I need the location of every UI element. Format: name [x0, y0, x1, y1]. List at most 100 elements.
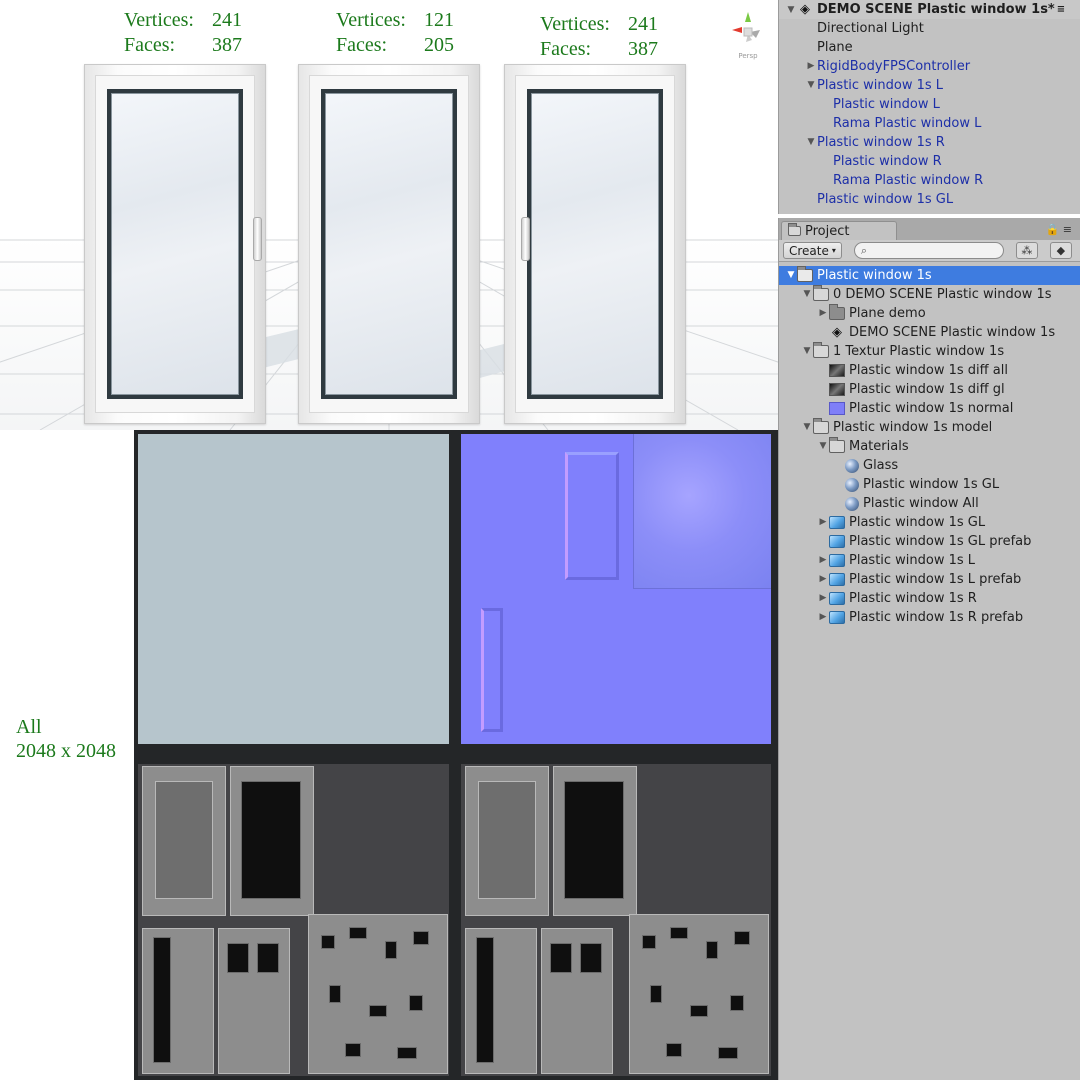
project-item-material-gl[interactable]: Plastic window 1s GL	[779, 475, 1080, 494]
collapse-arrow-icon[interactable]: ▼	[805, 76, 817, 95]
window-handle	[521, 217, 530, 261]
hierarchy-item-label: Rama Plastic window L	[833, 116, 982, 131]
window-model-fixed[interactable]	[298, 64, 480, 424]
expand-arrow-icon[interactable]: ▶	[805, 57, 817, 76]
normal-bevel-region	[481, 608, 503, 732]
panel-menu-icon[interactable]: ≡	[1057, 4, 1065, 15]
hierarchy-item-window-l[interactable]: ▼ Plastic window 1s L	[779, 76, 1080, 95]
hierarchy-item-directional-light[interactable]: Directional Light	[779, 19, 1080, 38]
project-toolbar: Create ▾ ⌕ ⁂ ◆	[779, 240, 1080, 262]
scene-viewport[interactable]: Vertices: 241 Faces: 387 Vertices: 121 Face…	[0, 0, 778, 430]
project-item-model-l[interactable]: ▶ Plastic window 1s L	[779, 551, 1080, 570]
hierarchy-item-label: Plastic window 1s GL	[817, 192, 954, 207]
window-model-right[interactable]	[504, 64, 686, 424]
project-item-diff-all[interactable]: Plastic window 1s diff all	[779, 361, 1080, 380]
uv-island	[155, 781, 213, 899]
project-tab-strip: Project 🔒 ≡	[779, 218, 1080, 240]
project-item-model-r[interactable]: ▶ Plastic window 1s R	[779, 589, 1080, 608]
collapse-arrow-icon[interactable]: ▼	[801, 342, 813, 361]
prefab-cube-icon	[829, 611, 845, 624]
project-item-label: 0 DEMO SCENE Plastic window 1s	[833, 287, 1052, 302]
window-glass	[111, 93, 239, 395]
project-item-model-folder[interactable]: ▼ Plastic window 1s model	[779, 418, 1080, 437]
project-item-label: Plastic window 1s model	[833, 420, 993, 435]
folder-icon	[813, 342, 829, 358]
uv-island	[706, 941, 718, 959]
filter-label-button[interactable]: ◆	[1049, 242, 1072, 259]
project-item-plane-demo[interactable]: ▶ Plane demo	[779, 304, 1080, 323]
uv-island	[670, 927, 688, 939]
tab-project[interactable]: Project	[781, 221, 897, 240]
model-stats: Vertices: 241 Faces: 387	[124, 8, 242, 58]
hierarchy-item-frame-l[interactable]: Rama Plastic window L	[779, 114, 1080, 133]
project-item-texture-folder[interactable]: ▼ 1 Textur Plastic window 1s	[779, 342, 1080, 361]
collapse-arrow-icon[interactable]: ▼	[785, 266, 797, 285]
project-item-label: Plastic window 1s GL	[849, 515, 986, 530]
project-item-prefab-r[interactable]: ▶ Plastic window 1s R prefab	[779, 608, 1080, 627]
project-item-label: Plastic window 1s GL prefab	[849, 534, 1032, 549]
faces-label: Faces:	[540, 38, 592, 60]
texture-icon	[829, 364, 845, 377]
uv-island	[478, 781, 536, 899]
prefab-cube-icon	[829, 573, 845, 586]
folder-icon	[829, 304, 845, 320]
expand-arrow-icon[interactable]: ▶	[817, 608, 829, 627]
collapse-arrow-icon[interactable]: ▼	[817, 437, 829, 456]
project-item-prefab-gl[interactable]: Plastic window 1s GL prefab	[779, 532, 1080, 551]
hierarchy-item-window-l-child[interactable]: Plastic window L	[779, 95, 1080, 114]
search-input[interactable]: ⌕	[853, 242, 1004, 259]
hierarchy-item-window-r-child[interactable]: Plastic window R	[779, 152, 1080, 171]
model-cube-icon	[829, 516, 845, 529]
project-item-label: DEMO SCENE Plastic window 1s	[849, 325, 1056, 340]
uv-island	[153, 937, 171, 1063]
project-item-demo-folder[interactable]: ▼ 0 DEMO SCENE Plastic window 1s	[779, 285, 1080, 304]
hierarchy-item-window-gl[interactable]: Plastic window 1s GL	[779, 190, 1080, 209]
uv-island	[142, 928, 214, 1074]
project-item-root-folder[interactable]: ▼ Plastic window 1s	[779, 266, 1080, 285]
normal-glass-region	[633, 434, 771, 589]
uv-island	[465, 766, 549, 916]
uv-island	[553, 766, 637, 916]
texture-diffuse-glass	[138, 434, 449, 744]
expand-arrow-icon[interactable]: ▶	[817, 551, 829, 570]
project-item-material-glass[interactable]: Glass	[779, 456, 1080, 475]
collapse-arrow-icon[interactable]: ▼	[785, 5, 797, 15]
dropdown-arrow-icon: ▾	[831, 246, 836, 255]
project-item-label: Plastic window 1s R	[849, 591, 977, 606]
scene-gizmo-icon[interactable]: Persp	[728, 8, 768, 64]
project-item-normal[interactable]: Plastic window 1s normal	[779, 399, 1080, 418]
normal-bevel-region	[565, 452, 619, 580]
collapse-arrow-icon[interactable]: ▼	[805, 133, 817, 152]
uv-island	[397, 1047, 417, 1059]
filter-type-button[interactable]: ⁂	[1015, 242, 1038, 259]
scene-header[interactable]: ▼ ◈ DEMO SCENE Plastic window 1s* ≡	[779, 0, 1080, 19]
project-item-demo-scene[interactable]: ◈ DEMO SCENE Plastic window 1s	[779, 323, 1080, 342]
collapse-arrow-icon[interactable]: ▼	[801, 418, 813, 437]
expand-arrow-icon[interactable]: ▶	[817, 570, 829, 589]
uv-island	[218, 928, 290, 1074]
project-item-model-gl[interactable]: ▶ Plastic window 1s GL	[779, 513, 1080, 532]
project-item-materials-folder[interactable]: ▼ Materials	[779, 437, 1080, 456]
window-glass	[325, 93, 453, 395]
hierarchy-item-frame-r[interactable]: Rama Plastic window R	[779, 171, 1080, 190]
project-item-diff-gl[interactable]: Plastic window 1s diff gl	[779, 380, 1080, 399]
folder-icon	[813, 418, 829, 434]
create-button[interactable]: Create ▾	[783, 242, 842, 259]
project-item-label: Plastic window 1s GL	[863, 477, 1000, 492]
uv-island	[329, 985, 341, 1003]
window-model-left[interactable]	[84, 64, 266, 424]
collapse-arrow-icon[interactable]: ▼	[801, 285, 813, 304]
project-item-label: Plastic window 1s diff all	[849, 363, 1008, 378]
texture-diffuse-frame	[138, 764, 449, 1076]
project-item-prefab-l[interactable]: ▶ Plastic window 1s L prefab	[779, 570, 1080, 589]
expand-arrow-icon[interactable]: ▶	[817, 589, 829, 608]
project-item-material-all[interactable]: Plastic window All	[779, 494, 1080, 513]
model-cube-icon	[829, 592, 845, 605]
expand-arrow-icon[interactable]: ▶	[817, 513, 829, 532]
lock-icon[interactable]: 🔒 ≡	[1046, 223, 1072, 236]
hierarchy-item-window-r[interactable]: ▼ Plastic window 1s R	[779, 133, 1080, 152]
expand-arrow-icon[interactable]: ▶	[817, 304, 829, 323]
hierarchy-item-fps-controller[interactable]: ▶ RigidBodyFPSController	[779, 57, 1080, 76]
hierarchy-item-plane[interactable]: Plane	[779, 38, 1080, 57]
vertices-count: 121	[424, 9, 454, 31]
